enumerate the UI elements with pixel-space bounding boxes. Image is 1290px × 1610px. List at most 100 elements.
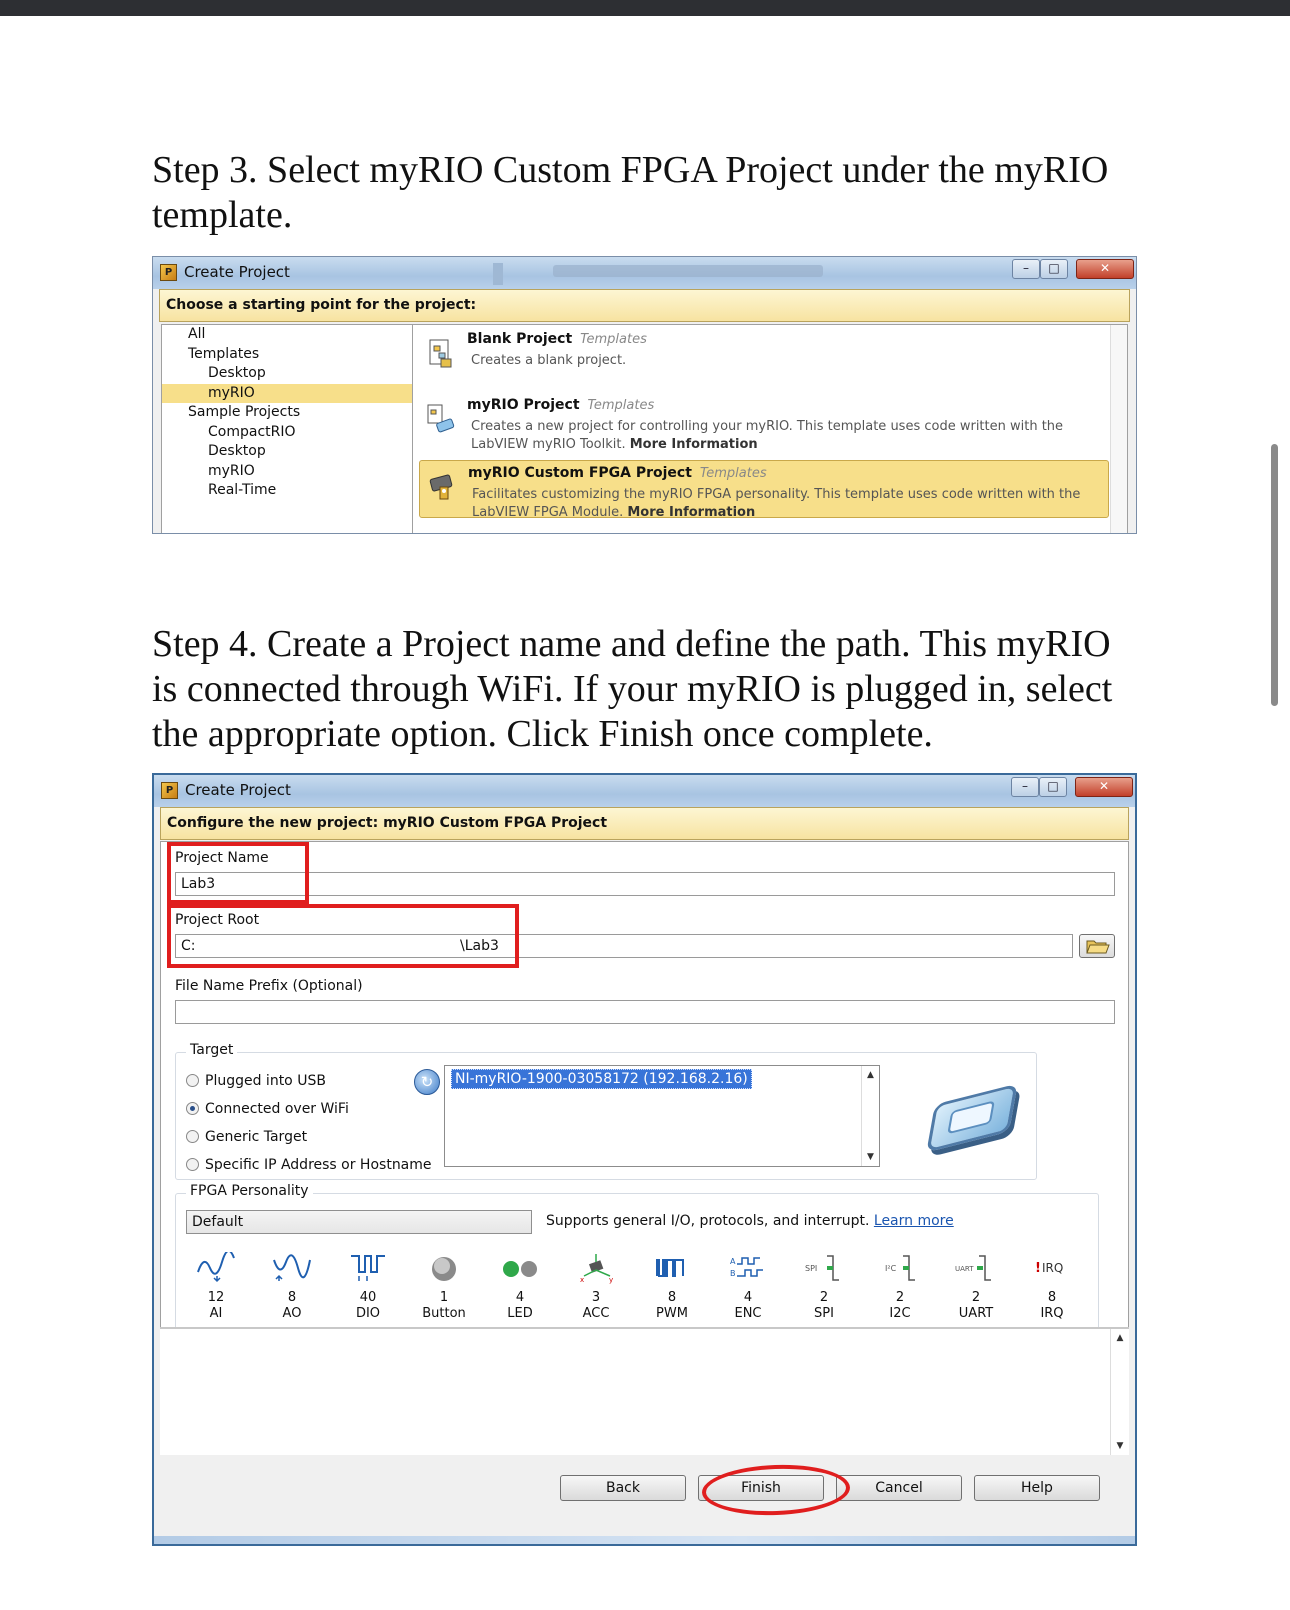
window-title: Create Project [184, 263, 290, 281]
scroll-up-icon[interactable]: ▲ [1111, 1333, 1129, 1343]
configure-banner: Configure the new project: myRIO Custom … [160, 807, 1129, 840]
encoder-icon: AB [730, 1257, 763, 1278]
maximize-icon[interactable]: □ [1039, 777, 1067, 797]
project-root-highlight-box [167, 904, 519, 968]
project-name-input[interactable]: Lab3 [175, 872, 1115, 896]
template-blank-project[interactable]: Blank Project Templates Creates a blank p… [419, 327, 1109, 385]
template-description: Creates a new project for controlling yo… [471, 419, 1064, 452]
template-list-scrollbar[interactable] [1110, 325, 1127, 533]
scroll-down-icon[interactable]: ▼ [1111, 1441, 1129, 1451]
instruction-banner: Choose a starting point for the project: [159, 289, 1130, 322]
resource-i2c: I²C 2 I2C [870, 1252, 930, 1322]
resource-dio: 40 DIO [338, 1252, 398, 1322]
minimize-icon[interactable]: – [1012, 259, 1040, 279]
folder-open-icon [1086, 940, 1110, 954]
resource-button: 1 Button [414, 1252, 474, 1322]
category-tree: All Templates Desktop myRIO Sample Proje… [161, 324, 413, 533]
target-legend: Target [186, 1042, 238, 1058]
learn-more-link[interactable]: Learn more [874, 1213, 954, 1229]
irq-icon: ! IRQ [1035, 1261, 1063, 1276]
tree-item-sample-projects[interactable]: Sample Projects [162, 403, 412, 423]
resource-ao: 8 AO [262, 1252, 322, 1322]
fpga-personality-legend: FPGA Personality [186, 1183, 313, 1199]
target-list-scrollbar[interactable]: ▲ ▼ [861, 1066, 879, 1166]
radio-connected-wifi[interactable]: Connected over WiFi [186, 1101, 349, 1117]
finish-highlight-circle [701, 1462, 851, 1518]
fpga-personality-select[interactable]: Default [186, 1210, 532, 1234]
resource-irq: ! IRQ 8 IRQ [1022, 1252, 1082, 1322]
maximize-icon[interactable]: □ [1040, 259, 1068, 279]
svg-text:x: x [580, 1276, 584, 1284]
radio-button-icon [186, 1130, 199, 1143]
pwm-icon [656, 1259, 684, 1277]
svg-text:I²C: I²C [885, 1264, 897, 1273]
button-icon [432, 1257, 456, 1281]
led-icon [503, 1261, 537, 1277]
template-name: myRIO Custom FPGA Project Templates [468, 465, 767, 481]
radio-generic-target[interactable]: Generic Target [186, 1129, 307, 1145]
close-icon[interactable]: ✕ [1075, 777, 1133, 797]
template-list: Blank Project Templates Creates a blank p… [413, 324, 1128, 533]
output-scrollbar[interactable]: ▲ ▼ [1110, 1329, 1129, 1455]
uart-icon: UART [955, 1255, 991, 1281]
template-name: myRIO Project Templates [467, 397, 655, 413]
radio-button-icon [186, 1074, 199, 1087]
tree-item-templates[interactable]: Templates [162, 345, 412, 365]
refresh-targets-icon[interactable]: ↻ [414, 1069, 440, 1095]
tree-item-compactrio[interactable]: CompactRIO [162, 423, 412, 443]
radio-plugged-usb[interactable]: Plugged into USB [186, 1073, 326, 1089]
svg-text:A: A [730, 1257, 736, 1266]
radio-button-selected-icon [186, 1102, 199, 1115]
i2c-icon: I²C [885, 1255, 915, 1281]
title-bar: P Create Project – □ ✕ [153, 257, 1136, 289]
svg-text:B: B [730, 1269, 736, 1278]
output-log-area: ▲ ▼ [160, 1327, 1129, 1455]
resource-acc: xy 3 ACC [566, 1252, 626, 1322]
svg-text:SPI: SPI [805, 1264, 817, 1273]
back-button[interactable]: Back [560, 1475, 686, 1501]
resource-spi: SPI 2 SPI [794, 1252, 854, 1322]
tree-item-samples-desktop[interactable]: Desktop [162, 442, 412, 462]
more-information-link[interactable]: More Information [627, 505, 755, 520]
blurred-taskbar-strip [493, 263, 503, 285]
template-myrio-custom-fpga[interactable]: myRIO Custom FPGA Project Templates Facil… [419, 460, 1109, 520]
target-list[interactable]: NI-myRIO-1900-03058172 (192.168.2.16) ▲ ▼ [444, 1065, 880, 1167]
help-button[interactable]: Help [974, 1475, 1100, 1501]
template-description: Facilitates customizing the myRIO FPGA p… [472, 487, 1081, 520]
scroll-up-icon[interactable]: ▲ [862, 1070, 879, 1080]
cancel-button[interactable]: Cancel [836, 1475, 962, 1501]
resource-pwm: 8 PWM [642, 1252, 702, 1322]
tree-item-templates-myrio[interactable]: myRIO [162, 383, 412, 403]
file-prefix-input[interactable] [175, 1000, 1115, 1024]
labview-project-icon: P [160, 264, 177, 281]
spi-icon: SPI [805, 1255, 839, 1281]
close-icon[interactable]: ✕ [1076, 259, 1134, 279]
tree-item-all[interactable]: All [162, 325, 412, 345]
svg-text:IRQ: IRQ [1042, 1261, 1063, 1275]
minimize-icon[interactable]: – [1011, 777, 1039, 797]
browse-folder-button[interactable] [1079, 934, 1115, 958]
template-myrio-project[interactable]: myRIO Project Templates Creates a new pro… [419, 393, 1109, 452]
target-group: Target Plugged into USB Connected over W… [175, 1042, 1037, 1180]
template-description: Creates a blank project. [471, 353, 627, 368]
resource-led: 4 LED [490, 1252, 550, 1322]
digital-io-icon [351, 1255, 385, 1281]
resource-uart: UART 2 UART [946, 1252, 1006, 1322]
scroll-down-icon[interactable]: ▼ [862, 1152, 879, 1162]
more-information-link[interactable]: More Information [630, 437, 758, 452]
window-title: Create Project [185, 781, 291, 799]
create-project-window-step3: P Create Project – □ ✕ Choose a starting… [152, 256, 1137, 534]
document-scrollbar[interactable] [1271, 444, 1278, 706]
resource-ai: 12 AI [186, 1252, 246, 1322]
window-bottom-strip [154, 1536, 1135, 1544]
file-prefix-label: File Name Prefix (Optional) [175, 978, 363, 994]
radio-specific-ip[interactable]: Specific IP Address or Hostname [186, 1157, 432, 1173]
blurred-background-text [553, 265, 823, 277]
title-bar: P Create Project – □ ✕ [154, 775, 1135, 807]
accelerometer-icon: xy [580, 1254, 613, 1284]
labview-project-icon: P [161, 782, 178, 799]
tree-item-samples-myrio[interactable]: myRIO [162, 462, 412, 482]
tree-item-real-time[interactable]: Real-Time [162, 481, 412, 501]
tree-item-templates-desktop[interactable]: Desktop [162, 364, 412, 384]
target-list-selected-item[interactable]: NI-myRIO-1900-03058172 (192.168.2.16) [451, 1069, 752, 1089]
